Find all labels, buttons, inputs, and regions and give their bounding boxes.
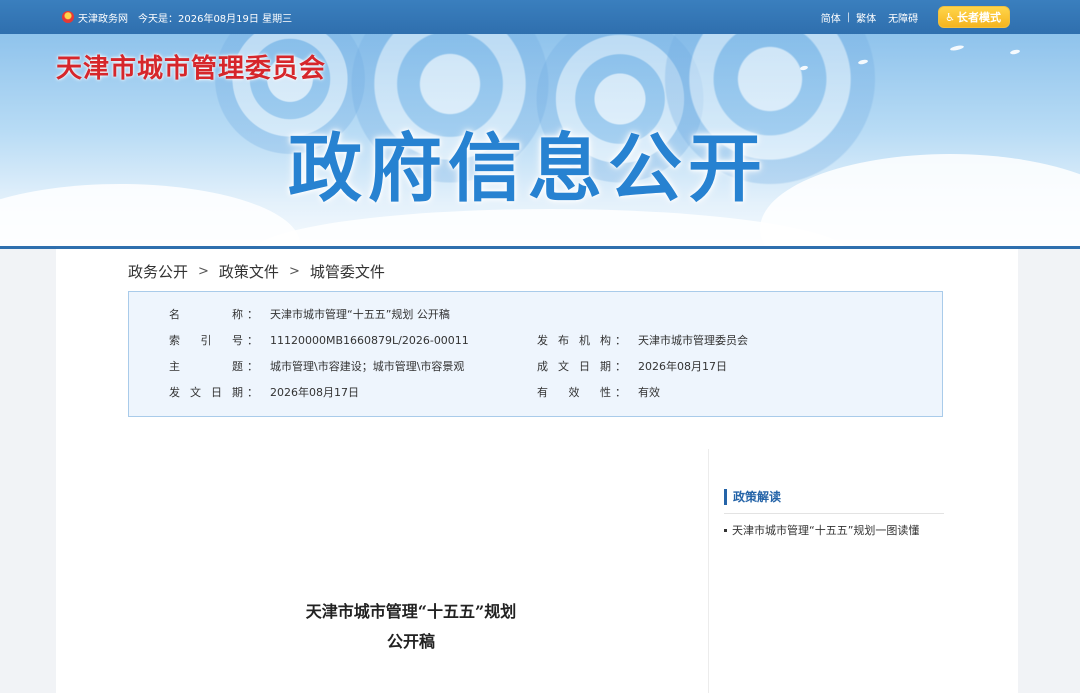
- elder-mode-label: 长者模式: [957, 11, 1001, 24]
- info-publisher-value: 天津市城市管理委员会: [638, 334, 748, 347]
- info-validity: 有效性 ： 有效: [537, 386, 660, 399]
- top-bar-right: 简体 | 繁体 无障碍 ♿ 长者模式: [815, 0, 1010, 34]
- bird-decoration: [1009, 49, 1021, 55]
- document-title: 天津市城市管理“十五五”规划 公开稿: [176, 597, 646, 657]
- document-info-box: 名称 ： 天津市城市管理“十五五”规划 公开稿 索引号 ： 11120000MB…: [128, 291, 943, 417]
- accessibility-link[interactable]: 无障碍: [888, 10, 918, 25]
- banner-cloud-decoration: [250, 209, 850, 246]
- info-written-date-value: 2026年08月17日: [638, 360, 727, 373]
- info-issue-date-label: 发文日期: [169, 386, 243, 399]
- info-name-label: 名称: [169, 308, 243, 321]
- breadcrumb: 政务公开 > 政策文件 > 城管委文件: [128, 261, 385, 282]
- info-issue-date-value: 2026年08月17日: [270, 386, 359, 399]
- info-written-date: 成文日期 ： 2026年08月17日: [537, 360, 727, 373]
- document-title-line-1: 天津市城市管理“十五五”规划: [305, 602, 517, 621]
- breadcrumb-separator: >: [198, 264, 209, 279]
- site-title[interactable]: 天津市城市管理委员会: [56, 48, 326, 85]
- info-index-no-value: 11120000MB1660879L/2026-00011: [270, 333, 469, 347]
- simplified-chinese-link[interactable]: 简体: [821, 10, 841, 25]
- top-bar-left: 天津政务网 今天是：2026年08月19日 星期三: [62, 0, 292, 34]
- bullet-icon: [724, 528, 727, 532]
- info-subject-value: 城市管理\市容建设；城市管理\市容景观: [270, 360, 465, 373]
- policy-interpretation-link-label: 天津市城市管理“十五五”规划一图读懂: [732, 524, 920, 537]
- policy-interpretation-panel: 政策解读 天津市城市管理“十五五”规划一图读懂: [724, 489, 944, 538]
- portal-link[interactable]: 天津政务网: [78, 10, 128, 25]
- info-index-no: 索引号 ： 11120000MB1660879L/2026-00011: [169, 333, 469, 348]
- sidebar-divider: [708, 449, 709, 693]
- breadcrumb-separator: >: [288, 264, 300, 279]
- breadcrumb-item-gov-affairs[interactable]: 政务公开: [128, 261, 188, 282]
- banner: 天津市城市管理委员会 政府信息公开: [0, 34, 1080, 246]
- info-name: 名称 ： 天津市城市管理“十五五”规划 公开稿: [169, 308, 450, 321]
- breadcrumb-item-committee-files[interactable]: 城管委文件: [310, 261, 385, 282]
- info-publisher-label: 发布机构: [537, 334, 611, 347]
- info-validity-value: 有效: [638, 386, 660, 399]
- policy-interpretation-heading: 政策解读: [724, 489, 944, 505]
- info-index-no-label: 索引号: [169, 334, 243, 347]
- info-subject: 主题 ： 城市管理\市容建设；城市管理\市容景观: [169, 360, 465, 373]
- bird-decoration: [949, 44, 965, 52]
- elder-mode-button[interactable]: ♿ 长者模式: [938, 6, 1010, 28]
- national-emblem-icon: [62, 11, 74, 23]
- info-publisher: 发布机构 ： 天津市城市管理委员会: [537, 334, 748, 347]
- main-content: 政务公开 > 政策文件 > 城管委文件 名称 ： 天津市城市管理“十五五”规划 …: [56, 249, 1018, 693]
- link-separator: |: [846, 11, 851, 23]
- policy-heading-rule: [724, 513, 944, 514]
- banner-heading: 政府信息公开: [288, 126, 768, 212]
- current-date: 今天是：2026年08月19日 星期三: [138, 13, 293, 25]
- document-title-line-2: 公开稿: [386, 632, 435, 651]
- info-issue-date: 发文日期 ： 2026年08月17日: [169, 386, 359, 399]
- breadcrumb-item-policy-files[interactable]: 政策文件: [219, 261, 279, 282]
- policy-interpretation-link[interactable]: 天津市城市管理“十五五”规划一图读懂: [724, 522, 944, 538]
- info-validity-label: 有效性: [537, 386, 611, 399]
- info-written-date-label: 成文日期: [537, 360, 611, 373]
- info-name-value: 天津市城市管理“十五五”规划 公开稿: [270, 308, 450, 321]
- traditional-chinese-link[interactable]: 繁体: [856, 10, 876, 25]
- elder-icon: ♿: [945, 10, 955, 24]
- info-subject-label: 主题: [169, 360, 243, 373]
- top-bar: 天津政务网 今天是：2026年08月19日 星期三 简体 | 繁体 无障碍 ♿ …: [0, 0, 1080, 34]
- banner-cloud-decoration: [0, 184, 300, 246]
